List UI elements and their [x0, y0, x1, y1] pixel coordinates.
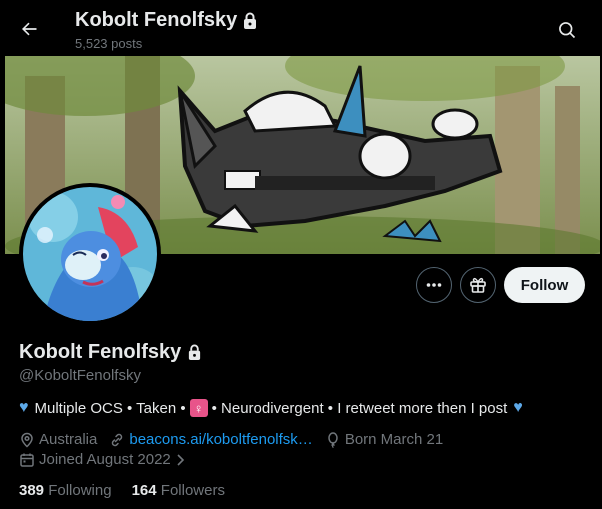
join-date-text: Joined August 2022 [39, 451, 171, 468]
followers-link[interactable]: 164 Followers [132, 482, 225, 499]
female-sign-icon: ♀ [189, 399, 208, 417]
profile-meta-row-2[interactable]: Joined August 2022 [19, 451, 199, 468]
header-title: Kobolt Fenolfsky [75, 9, 258, 32]
balloon-icon [328, 431, 338, 448]
chevron-right-icon [177, 453, 184, 466]
bio-text-1: Multiple OCS • Taken • [34, 399, 186, 417]
profile-bio: ♥ Multiple OCS • Taken • ♀ • Neurodiverg… [19, 399, 523, 417]
top-bar: Kobolt Fenolfsky 5,523 posts [0, 0, 602, 56]
follow-button[interactable]: Follow [504, 267, 585, 303]
calendar-icon [20, 453, 34, 467]
header-name: Kobolt Fenolfsky [75, 9, 238, 31]
blue-heart-icon: ♥ [513, 399, 523, 416]
ellipsis-icon [426, 283, 442, 287]
location-pin-icon [21, 432, 33, 448]
bio-text-2: • Neurodivergent • I retweet more then I… [211, 399, 508, 417]
display-name-text: Kobolt Fenolfsky [19, 341, 182, 363]
arrow-left-icon [22, 22, 37, 36]
search-icon [559, 22, 576, 39]
birthday-text: Born March 21 [344, 431, 444, 448]
post-count: 5,523 posts [75, 36, 143, 51]
more-button[interactable] [416, 267, 452, 303]
follow-stats: 389 Following 164 Followers [19, 482, 225, 499]
gift-icon [470, 277, 486, 293]
following-count: 389 [19, 482, 45, 499]
followers-label: Followers [160, 482, 225, 499]
join-date[interactable]: Joined August 2022 [19, 451, 187, 468]
profile-handle: @KoboltFenolfsky [19, 367, 141, 384]
link-icon [112, 433, 123, 446]
website: beacons.ai/koboltfenolfsk… [109, 431, 313, 448]
gift-button[interactable] [460, 267, 496, 303]
back-button[interactable] [12, 12, 46, 46]
location-text: Australia [39, 431, 98, 448]
blue-heart-icon: ♥ [19, 399, 29, 416]
avatar[interactable] [19, 183, 161, 325]
followers-count: 164 [131, 482, 157, 499]
lock-icon [189, 344, 201, 360]
profile-meta-row-1: Australia beacons.ai/koboltfenolfsk… Bor… [19, 431, 455, 448]
following-link[interactable]: 389 Following [19, 482, 112, 499]
website-link[interactable]: beacons.ai/koboltfenolfsk… [129, 431, 312, 448]
avatar-image [23, 187, 157, 321]
following-label: Following [48, 482, 112, 499]
lock-icon [244, 12, 257, 29]
search-button[interactable] [550, 13, 584, 47]
birthday: Born March 21 [325, 431, 443, 448]
profile-display-name: Kobolt Fenolfsky [19, 341, 202, 364]
location: Australia [19, 431, 97, 448]
